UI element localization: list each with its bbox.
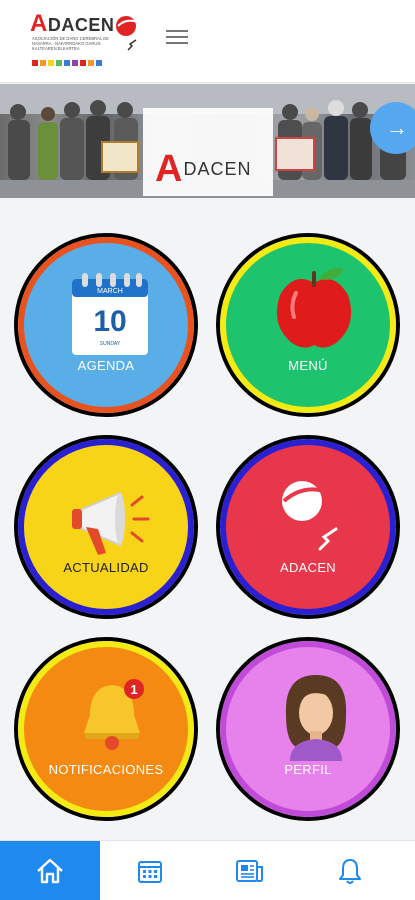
nav-calendar[interactable]: [100, 841, 200, 900]
nav-home[interactable]: [0, 841, 100, 900]
logo-color-squares: [32, 60, 102, 66]
banner-next-button[interactable]: →: [370, 102, 415, 154]
adacen-logo[interactable]: ADACEN Asociación de daño cerebral de Na…: [30, 10, 140, 68]
nav-notifications[interactable]: [300, 841, 400, 900]
logo-wordmark: ADACEN: [30, 10, 115, 37]
news-icon: [236, 860, 263, 882]
logo-head-icon: [116, 16, 139, 51]
calendar-grid-icon: [138, 861, 162, 883]
calendar-month: MARCH: [97, 288, 123, 295]
calendar-day: 10: [93, 305, 126, 338]
top-header: ADACEN Asociación de daño cerebral de Na…: [0, 0, 415, 83]
banner-logo-card: ADACEN: [143, 108, 273, 196]
arrow-right-icon: →: [386, 115, 408, 140]
bell-icon: [339, 859, 361, 884]
bell-icon: 1: [84, 679, 144, 750]
hero-banner: ADACEN: [0, 84, 415, 198]
adacen-tile[interactable]: ADACEN: [216, 435, 400, 619]
tile-label: ACTUALIDAD: [63, 560, 149, 575]
notification-badge-count: 1: [130, 682, 137, 697]
calendar-icon: MARCH 10 SUNDAY: [72, 273, 148, 355]
menu-tile[interactable]: MENÚ: [216, 233, 400, 417]
profile-avatar-icon: [285, 675, 347, 761]
calendar-weekday: SUNDAY: [100, 341, 121, 347]
logo-subtitle: Asociación de daño cerebral de Navarra ·…: [32, 36, 110, 51]
home-icon: [37, 858, 63, 884]
tile-label: AGENDA: [77, 358, 135, 373]
app: ADACEN Asociación de daño cerebral de Na…: [0, 0, 415, 900]
notificaciones-tile[interactable]: 1 NOTIFICACIONES: [14, 637, 198, 821]
nav-news[interactable]: [200, 841, 300, 900]
tile-label: MENÚ: [288, 358, 328, 373]
tile-label: ADACEN: [280, 560, 336, 575]
perfil-tile[interactable]: PERFIL: [216, 637, 400, 821]
hamburger-menu-button[interactable]: [166, 26, 188, 48]
megaphone-icon: [72, 491, 150, 555]
apple-icon: [276, 268, 352, 348]
actualidad-tile[interactable]: ACTUALIDAD: [14, 435, 198, 619]
adacen-logo-icon: [282, 481, 348, 551]
banner-title: ADACEN: [155, 148, 252, 190]
agenda-tile[interactable]: MARCH 10 SUNDAY AGENDA: [14, 233, 198, 417]
tile-label: PERFIL: [284, 762, 332, 777]
bottom-navigation: [0, 840, 415, 900]
tile-label: NOTIFICACIONES: [48, 762, 164, 777]
